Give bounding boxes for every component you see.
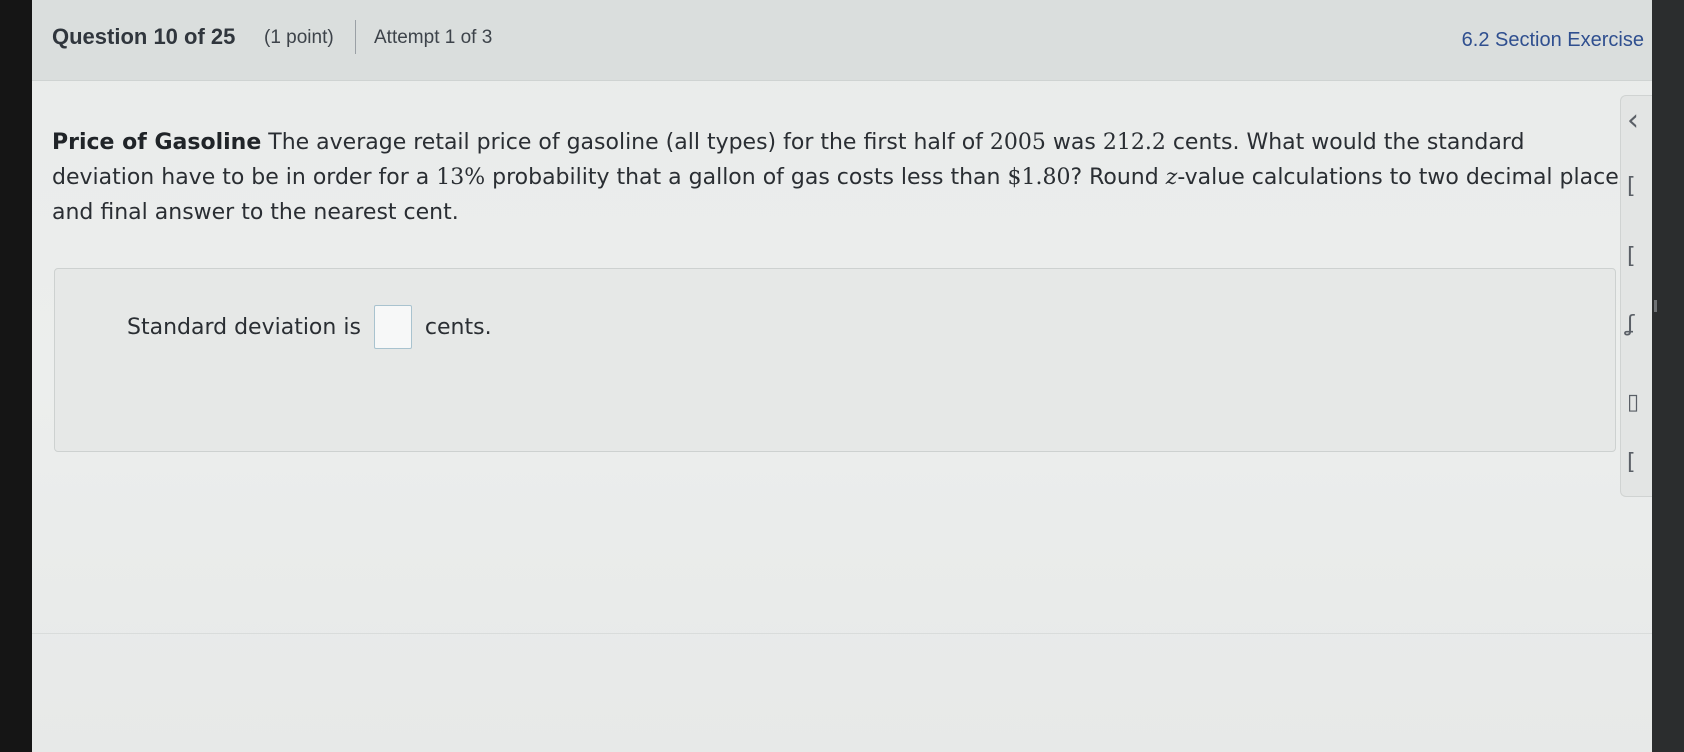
answer-prefix: Standard deviation is [127,314,361,340]
content-divider [32,633,1652,634]
question-text-part: was [1045,130,1103,155]
z-variable: z [1165,165,1178,190]
question-threshold: $1.80 [1007,165,1071,190]
question-title: Price of Gasoline [52,130,262,155]
answer-panel: Standard deviation is cents. [54,268,1616,452]
question-text-part: probability that a gallon of gas costs l… [485,165,1008,190]
question-points: (1 point) [264,27,334,48]
question-text: Price of Gasoline The average retail pri… [52,125,1632,230]
screen-bezel [1652,0,1684,752]
answer-row: Standard deviation is cents. [127,305,492,349]
toolbar-button-2[interactable]: [ [1627,246,1636,268]
question-number: Question 10 of 25 [52,24,236,49]
question-text-part: ? Round [1070,165,1166,190]
header-divider [355,20,356,54]
toolbar-button-3[interactable]: ʆ [1627,314,1634,336]
side-toolbar: ‹ [ [ ʆ ▯ [ [1620,95,1652,497]
toolbar-button-1[interactable]: [ [1627,176,1636,198]
bezel-glint [1654,300,1657,312]
question-header-bar: Question 10 of 25 (1 point) Attempt 1 of… [32,0,1652,81]
question-percent: 13% [436,165,486,190]
standard-deviation-input[interactable] [373,305,412,349]
toolbar-button-5[interactable]: [ [1627,452,1636,474]
answer-suffix: cents. [424,314,492,340]
toolbar-button-4[interactable]: ▯ [1627,392,1639,414]
chevron-left-icon[interactable]: ‹ [1627,106,1639,136]
question-price: 212.2 [1102,130,1166,155]
section-link[interactable]: 6.2 Section Exercise [1462,29,1644,52]
question-text-part: The average retail price of gasoline (al… [261,130,990,155]
attempt-counter: Attempt 1 of 3 [374,27,493,48]
screen: Question 10 of 25 (1 point) Attempt 1 of… [32,0,1652,752]
question-year: 2005 [989,130,1046,155]
